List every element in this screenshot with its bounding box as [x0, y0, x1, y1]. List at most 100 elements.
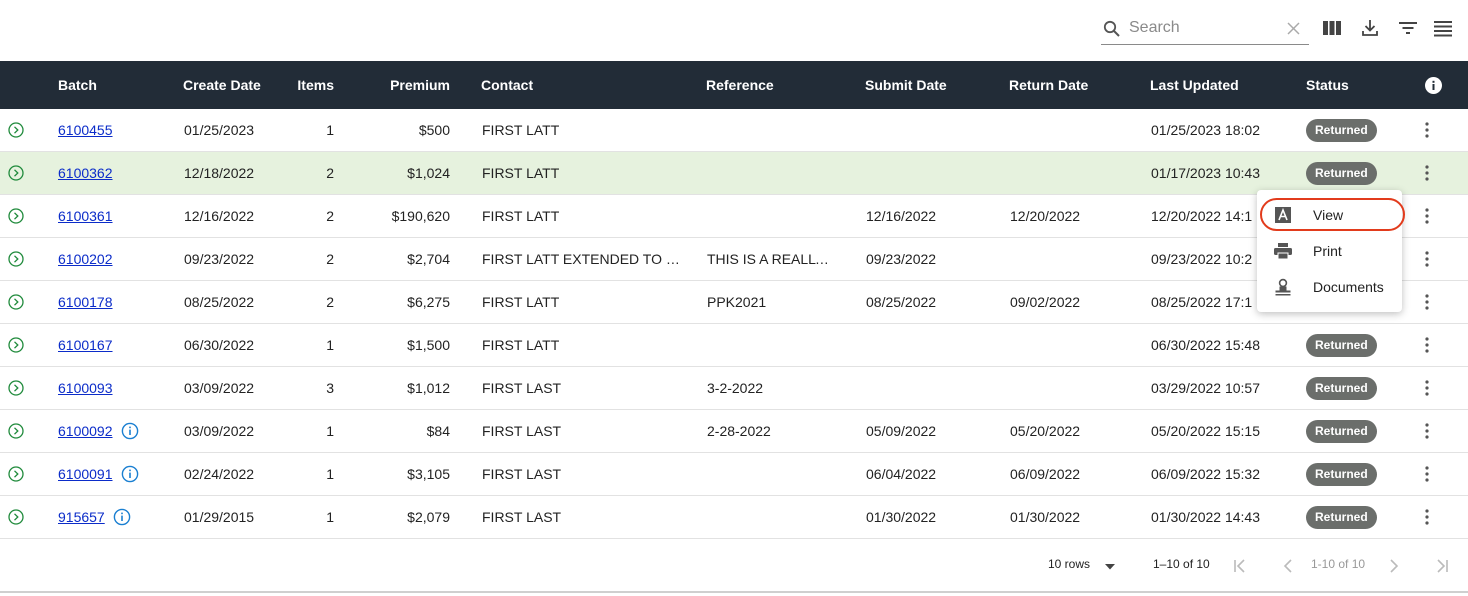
- expand-row-icon[interactable]: [8, 208, 24, 224]
- more-vert-icon: [1425, 208, 1429, 224]
- more-vert-icon: [1425, 337, 1429, 353]
- column-header-premium[interactable]: Premium: [360, 61, 450, 109]
- row-menu-button[interactable]: [1417, 120, 1437, 140]
- column-header-items[interactable]: Items: [280, 61, 334, 109]
- columns-icon[interactable]: [1321, 17, 1343, 39]
- more-vert-icon: [1425, 251, 1429, 267]
- table-row[interactable]: 6100092 03/09/2022 1 $84 FIRST LAST 2-28-2022…: [0, 410, 1468, 453]
- filter-icon[interactable]: [1397, 17, 1419, 39]
- clear-icon[interactable]: [1286, 21, 1301, 36]
- expand-row-icon[interactable]: [8, 251, 24, 267]
- submit-date-cell: 01/30/2022: [866, 509, 937, 525]
- table-row[interactable]: 6100178 08/25/2022 2 $6,275 FIRST LATT PPK202…: [0, 281, 1468, 324]
- items-cell: 2: [326, 294, 334, 310]
- chevron-down-icon[interactable]: [1100, 557, 1120, 577]
- batch-link[interactable]: 6100178: [58, 294, 113, 310]
- batch-cell: 6100362: [58, 152, 113, 194]
- submit-date-cell: 09/23/2022: [866, 251, 937, 267]
- info-icon[interactable]: [1425, 77, 1442, 94]
- column-header-contact[interactable]: Contact: [481, 61, 533, 109]
- table-row[interactable]: 6100361 12/16/2022 2 $190,620 FIRST LATT 12/1…: [0, 195, 1468, 238]
- batch-link[interactable]: 6100361: [58, 208, 113, 224]
- expand-row-icon[interactable]: [8, 337, 24, 353]
- last-page-icon[interactable]: [1432, 556, 1452, 576]
- expand-row-icon[interactable]: [8, 509, 24, 525]
- search-input[interactable]: [1129, 17, 1279, 39]
- batch-link[interactable]: 6100455: [58, 122, 113, 138]
- table-row[interactable]: 6100093 03/09/2022 3 $1,012 FIRST LAST 3-2-20…: [0, 367, 1468, 410]
- return-date-cell: 01/30/2022: [1010, 509, 1081, 525]
- menu-item-print[interactable]: Print: [1257, 234, 1402, 268]
- menu-item-documents[interactable]: Documents: [1257, 270, 1402, 304]
- row-menu-button[interactable]: [1417, 206, 1437, 226]
- batch-link[interactable]: 6100091: [58, 466, 113, 482]
- next-page-icon[interactable]: [1384, 556, 1404, 576]
- first-page-icon[interactable]: [1230, 556, 1250, 576]
- column-header-create-date[interactable]: Create Date: [183, 61, 261, 109]
- batch-link[interactable]: 6100362: [58, 165, 113, 181]
- table-row[interactable]: 6100362 12/18/2022 2 $1,024 FIRST LATT 01/17/…: [0, 152, 1468, 195]
- column-header-last-updated[interactable]: Last Updated: [1150, 61, 1239, 109]
- download-icon[interactable]: [1359, 17, 1381, 39]
- submit-date-cell: 05/09/2022: [866, 423, 937, 439]
- batch-link[interactable]: 6100202: [58, 251, 113, 267]
- reference-cell: [707, 453, 837, 495]
- reference-cell: [707, 496, 837, 538]
- info-icon[interactable]: [121, 422, 139, 440]
- table-row[interactable]: 915657 01/29/2015 1 $2,079 FIRST LAST 01/30/2…: [0, 496, 1468, 539]
- column-header-submit-date[interactable]: Submit Date: [865, 61, 947, 109]
- table-row[interactable]: 6100455 01/25/2023 1 $500 FIRST LATT 01/25/20…: [0, 109, 1468, 152]
- column-header-batch[interactable]: Batch: [58, 61, 97, 109]
- column-header-return-date[interactable]: Return Date: [1009, 61, 1088, 109]
- batch-link[interactable]: 6100092: [58, 423, 113, 439]
- create-date-cell: 08/25/2022: [184, 294, 255, 310]
- row-menu-button[interactable]: [1417, 421, 1437, 441]
- row-menu-button[interactable]: [1417, 507, 1437, 527]
- premium-cell: $190,620: [391, 208, 450, 224]
- info-icon[interactable]: [121, 465, 139, 483]
- expand-row-icon[interactable]: [8, 423, 24, 439]
- contact-cell: FIRST LAST: [482, 380, 562, 396]
- table-row[interactable]: 6100202 09/23/2022 2 $2,704 FIRST LATT EXTEN…: [0, 238, 1468, 281]
- more-vert-icon: [1425, 165, 1429, 181]
- submit-date-cell: 12/16/2022: [866, 208, 937, 224]
- row-menu-button[interactable]: [1417, 464, 1437, 484]
- items-cell: 1: [326, 122, 334, 138]
- row-menu-button[interactable]: [1417, 292, 1437, 312]
- last-updated-cell: 06/30/2022 15:48: [1151, 337, 1260, 353]
- row-menu-button[interactable]: [1417, 335, 1437, 355]
- density-icon[interactable]: [1432, 17, 1454, 39]
- table-row[interactable]: 6100091 02/24/2022 1 $3,105 FIRST LAST 06/04/…: [0, 453, 1468, 496]
- row-menu-button[interactable]: [1417, 163, 1437, 183]
- row-menu-button[interactable]: [1417, 249, 1437, 269]
- batch-link[interactable]: 915657: [58, 509, 105, 525]
- menu-item-view[interactable]: View: [1257, 198, 1402, 232]
- rows-per-page-select[interactable]: 10 rows: [1048, 557, 1090, 571]
- status-badge: Returned: [1306, 119, 1377, 142]
- contact-cell: FIRST LAST: [482, 509, 562, 525]
- info-icon[interactable]: [113, 508, 131, 526]
- expand-row-icon[interactable]: [8, 466, 24, 482]
- contact-cell: FIRST LATT: [482, 208, 560, 224]
- create-date-cell: 06/30/2022: [184, 337, 255, 353]
- expand-row-icon[interactable]: [8, 294, 24, 310]
- search-box[interactable]: [1101, 11, 1309, 45]
- batch-link[interactable]: 6100093: [58, 380, 113, 396]
- column-header-status[interactable]: Status: [1306, 61, 1349, 109]
- last-updated-cell: 01/25/2023 18:02: [1151, 122, 1260, 138]
- expand-row-icon[interactable]: [8, 122, 24, 138]
- reference-cell: [707, 109, 837, 151]
- expand-row-icon[interactable]: [8, 380, 24, 396]
- expand-row-icon[interactable]: [8, 165, 24, 181]
- items-cell: 1: [326, 509, 334, 525]
- last-updated-cell: 08/25/2022 17:1: [1151, 294, 1253, 310]
- items-cell: 2: [326, 208, 334, 224]
- previous-page-icon[interactable]: [1278, 556, 1298, 576]
- last-updated-cell: 12/20/2022 14:1: [1151, 208, 1253, 224]
- row-menu-button[interactable]: [1417, 378, 1437, 398]
- table-row[interactable]: 6100167 06/30/2022 1 $1,500 FIRST LATT 06/30/…: [0, 324, 1468, 367]
- column-header-reference[interactable]: Reference: [706, 61, 774, 109]
- batch-link[interactable]: 6100167: [58, 337, 113, 353]
- status-badge: Returned: [1306, 420, 1377, 443]
- batch-cell: 6100361: [58, 195, 113, 237]
